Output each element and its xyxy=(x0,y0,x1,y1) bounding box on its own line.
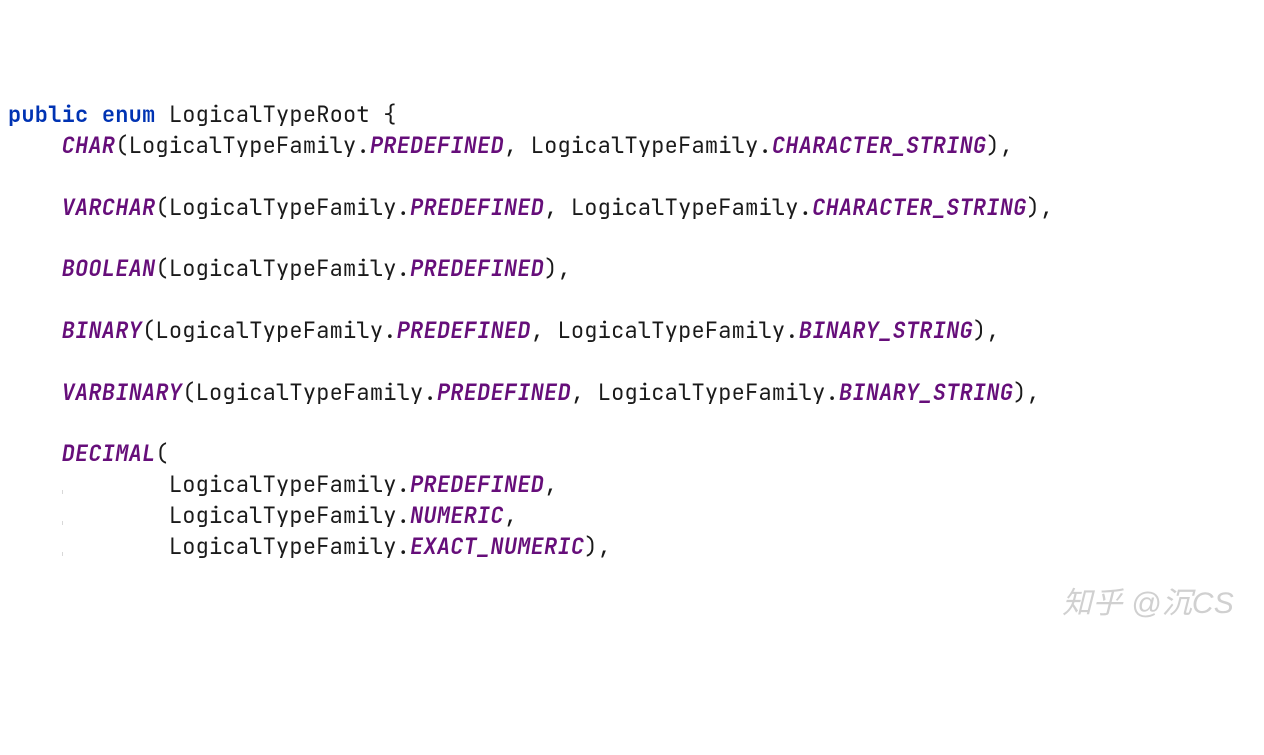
type-ref: LogicalTypeFamily xyxy=(169,193,397,222)
type-ref: LogicalTypeFamily xyxy=(169,501,397,530)
type-ref: LogicalTypeFamily xyxy=(129,131,357,160)
field-predefined: PREDEFINED xyxy=(410,254,544,283)
enum-constant-varbinary: VARBINARY xyxy=(62,378,183,407)
close-paren-comma: ), xyxy=(986,131,1013,160)
comma: , xyxy=(571,378,584,407)
comma: , xyxy=(544,193,557,222)
dot: . xyxy=(356,131,369,160)
field-predefined: PREDEFINED xyxy=(410,470,544,499)
dot: . xyxy=(825,378,838,407)
field-predefined: PREDEFINED xyxy=(370,131,504,160)
comma: , xyxy=(531,316,544,345)
watermark-text: 知乎 @沉CS xyxy=(1062,583,1234,625)
enum-constant-char: CHAR xyxy=(62,131,116,160)
type-ref: LogicalTypeFamily xyxy=(169,532,397,561)
close-paren-comma: ), xyxy=(1027,193,1054,222)
paren-open: ( xyxy=(155,254,168,283)
field-predefined: PREDEFINED xyxy=(410,193,544,222)
paren-open: ( xyxy=(182,378,195,407)
dot: . xyxy=(397,193,410,222)
paren-open: ( xyxy=(115,131,128,160)
field-exact-numeric: EXACT_NUMERIC xyxy=(410,532,584,561)
keyword-enum: enum xyxy=(102,100,156,129)
enum-constant-decimal: DECIMAL xyxy=(62,439,156,468)
type-ref: LogicalTypeFamily xyxy=(155,316,383,345)
dot: . xyxy=(397,470,410,499)
class-name: LogicalTypeRoot xyxy=(169,100,370,129)
field-predefined: PREDEFINED xyxy=(437,378,571,407)
comma: , xyxy=(504,501,517,530)
comma: , xyxy=(544,470,557,499)
paren-open: ( xyxy=(155,193,168,222)
field-binary-string: BINARY_STRING xyxy=(839,378,1013,407)
close-paren-comma: ), xyxy=(973,316,1000,345)
close-paren-comma: ), xyxy=(584,532,611,561)
comma: , xyxy=(504,131,517,160)
dot: . xyxy=(397,532,410,561)
enum-constant-boolean: BOOLEAN xyxy=(62,254,156,283)
type-ref: LogicalTypeFamily xyxy=(598,378,826,407)
type-ref: LogicalTypeFamily xyxy=(571,193,799,222)
paren-open: ( xyxy=(155,439,168,468)
type-ref: LogicalTypeFamily xyxy=(196,378,424,407)
enum-constant-binary: BINARY xyxy=(62,316,142,345)
open-brace: { xyxy=(383,100,396,129)
field-binary-string: BINARY_STRING xyxy=(799,316,973,345)
dot: . xyxy=(758,131,771,160)
dot: . xyxy=(785,316,798,345)
close-paren-comma: ), xyxy=(544,254,571,283)
type-ref: LogicalTypeFamily xyxy=(531,131,759,160)
field-numeric: NUMERIC xyxy=(410,501,504,530)
close-paren-comma: ), xyxy=(1013,378,1040,407)
enum-constant-varchar: VARCHAR xyxy=(62,193,156,222)
paren-open: ( xyxy=(142,316,155,345)
field-character-string: CHARACTER_STRING xyxy=(772,131,986,160)
field-character-string: CHARACTER_STRING xyxy=(812,193,1026,222)
dot: . xyxy=(423,378,436,407)
dot: . xyxy=(397,501,410,530)
type-ref: LogicalTypeFamily xyxy=(169,470,397,499)
keyword-public: public xyxy=(8,100,88,129)
dot: . xyxy=(799,193,812,222)
field-predefined: PREDEFINED xyxy=(397,316,531,345)
dot: . xyxy=(383,316,396,345)
type-ref: LogicalTypeFamily xyxy=(557,316,785,345)
type-ref: LogicalTypeFamily xyxy=(169,254,397,283)
code-block: public enum LogicalTypeRoot { CHAR(Logic… xyxy=(8,100,1256,562)
dot: . xyxy=(397,254,410,283)
